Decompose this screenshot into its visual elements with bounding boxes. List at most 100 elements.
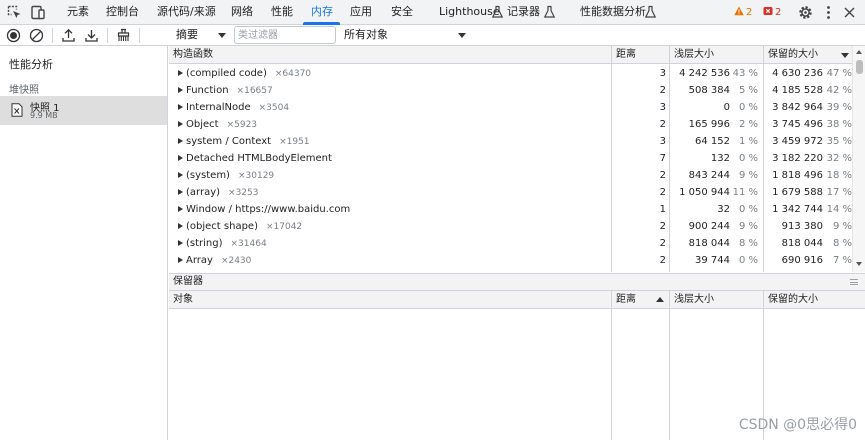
constructor-name: Function	[186, 85, 229, 96]
more-menu-icon[interactable]	[820, 4, 837, 21]
expand-arrow-icon[interactable]	[178, 223, 183, 229]
shallow-size-value: 0	[723, 102, 730, 113]
shallow-size-percent: 1 %	[738, 136, 758, 147]
device-toolbar-icon[interactable]	[29, 4, 46, 21]
column-header-retained-size[interactable]: 保留的大小	[764, 46, 818, 64]
load-profile-icon[interactable]	[60, 27, 77, 44]
garbage-collect-icon[interactable]	[115, 27, 132, 44]
table-row[interactable]: Function ×16657 2 508 384 5 % 4 185 528 4…	[169, 82, 852, 99]
column-header-constructor[interactable]: 构造函数	[169, 46, 213, 64]
scroll-up-icon[interactable]	[856, 50, 862, 54]
warning-icon	[734, 6, 744, 16]
table-row[interactable]: (compiled code) ×64370 3 4 242 536 43 % 4…	[169, 65, 852, 82]
drag-handle-icon[interactable]	[850, 279, 858, 285]
constructor-name: Detached HTMLBodyElement	[186, 153, 332, 164]
distance-value: 2	[659, 187, 666, 198]
toolbar-separator	[139, 28, 140, 43]
errors-badge[interactable]: 2	[763, 6, 781, 19]
clear-icon[interactable]	[28, 27, 45, 44]
memory-toolbar: 摘要 所有对象	[0, 25, 865, 46]
column-divider	[669, 291, 670, 440]
table-row[interactable]: Array ×2430 2 39 744 0 % 690 916 7 %	[169, 252, 852, 269]
tab-security[interactable]: 安全	[391, 0, 413, 25]
instance-count: ×5923	[226, 120, 258, 130]
tab-sources[interactable]: 源代码/来源	[157, 0, 216, 25]
tab-performance[interactable]: 性能	[271, 0, 293, 25]
chevron-down-icon	[458, 33, 466, 38]
expand-arrow-icon[interactable]	[178, 104, 183, 110]
retained-size-percent: 14 %	[826, 204, 852, 215]
view-select[interactable]: 摘要	[176, 26, 228, 44]
shallow-size-percent: 8 %	[738, 238, 758, 249]
retainers-panel-header[interactable]: 保留器	[169, 273, 865, 291]
distance-value: 3	[659, 68, 666, 79]
heap-snapshot-icon	[11, 103, 23, 117]
constructor-name: Array	[186, 255, 213, 266]
column-header-shallow-size[interactable]: 浅层大小	[670, 46, 714, 64]
inspect-icon[interactable]	[6, 4, 23, 21]
table-row[interactable]: Object ×5923 2 165 996 2 % 3 745 496 38 %	[169, 116, 852, 133]
retained-size-value: 3 842 964	[772, 102, 823, 113]
table-row[interactable]: Window / https://www.baidu.com 1 32 0 % …	[169, 201, 852, 218]
shallow-size-value: 900 244	[688, 221, 730, 232]
expand-arrow-icon[interactable]	[178, 240, 183, 246]
constructor-name: (compiled code)	[186, 68, 267, 79]
retained-size-value: 690 916	[781, 255, 823, 266]
objects-select[interactable]: 所有对象	[344, 26, 468, 44]
expand-arrow-icon[interactable]	[178, 70, 183, 76]
retained-size-value: 1 818 496	[772, 170, 823, 181]
column-header-retained-size[interactable]: 保留的大小	[764, 291, 818, 309]
column-header-distance[interactable]: 距离	[612, 291, 636, 309]
table-row[interactable]: (array) ×3253 2 1 050 944 11 % 1 679 588 …	[169, 184, 852, 201]
settings-gear-icon[interactable]	[797, 4, 814, 21]
table-row[interactable]: InternalNode ×3504 3 0 0 % 3 842 964 39 %	[169, 99, 852, 116]
column-header-shallow-size[interactable]: 浅层大小	[670, 291, 714, 309]
devtools-tab-bar: 元素 控制台 源代码/来源 网络 性能 内存 应用 安全 Lighthouse …	[0, 0, 865, 25]
column-header-object[interactable]: 对象	[169, 291, 193, 309]
profiles-sidebar: 性能分析 堆快照 快照 1 9.9 MB	[0, 46, 168, 440]
scroll-down-icon[interactable]	[856, 262, 862, 266]
tab-performance-insights[interactable]: 性能数据分析	[580, 0, 646, 25]
distance-value: 2	[659, 238, 666, 249]
table-row[interactable]: (system) ×30129 2 843 244 9 % 1 818 496 1…	[169, 167, 852, 184]
snapshot-item[interactable]: 快照 1 9.9 MB	[0, 96, 167, 125]
expand-arrow-icon[interactable]	[178, 121, 183, 127]
instance-count: ×16657	[236, 86, 273, 96]
errors-count: 2	[775, 7, 782, 18]
expand-arrow-icon[interactable]	[178, 257, 183, 263]
expand-arrow-icon[interactable]	[178, 206, 183, 212]
retained-size-percent: 8 %	[832, 238, 852, 249]
record-icon[interactable]	[5, 27, 22, 44]
tab-elements[interactable]: 元素	[67, 0, 89, 25]
warnings-badge[interactable]: 2	[734, 6, 752, 19]
tab-application[interactable]: 应用	[350, 0, 372, 25]
shallow-size-percent: 2 %	[738, 119, 758, 130]
close-icon[interactable]	[841, 4, 858, 21]
retained-size-value: 1 679 588	[772, 187, 823, 198]
shallow-size-value: 843 244	[688, 170, 730, 181]
expand-arrow-icon[interactable]	[178, 189, 183, 195]
shallow-size-percent: 11 %	[732, 187, 758, 198]
table-row[interactable]: system / Context ×1951 3 64 152 1 % 3 459…	[169, 133, 852, 150]
save-profile-icon[interactable]	[83, 27, 100, 44]
table-row[interactable]: (object shape) ×17042 2 900 244 9 % 913 3…	[169, 218, 852, 235]
class-filter-input[interactable]	[234, 26, 336, 44]
retained-size-percent: 9 %	[832, 221, 852, 232]
shallow-size-value: 818 044	[688, 238, 730, 249]
tab-network[interactable]: 网络	[231, 0, 253, 25]
expand-arrow-icon[interactable]	[178, 87, 183, 93]
tab-console[interactable]: 控制台	[106, 0, 139, 25]
expand-arrow-icon[interactable]	[178, 138, 183, 144]
constructor-name: system / Context	[186, 136, 272, 147]
scrollbar-thumb[interactable]	[856, 60, 863, 74]
expand-arrow-icon[interactable]	[178, 155, 183, 161]
column-header-distance[interactable]: 距离	[612, 46, 636, 64]
grid-scrollbar[interactable]	[852, 46, 865, 272]
expand-arrow-icon[interactable]	[178, 172, 183, 178]
instance-count: ×30129	[237, 171, 275, 181]
tab-recorder[interactable]: 记录器	[507, 0, 540, 25]
table-row[interactable]: (string) ×31464 2 818 044 8 % 818 044 8 %	[169, 235, 852, 252]
retained-size-percent: 38 %	[826, 119, 852, 130]
table-row[interactable]: Detached HTMLBodyElement 7 132 0 % 3 182…	[169, 150, 852, 167]
sidebar-section-label: 堆快照	[9, 85, 39, 96]
